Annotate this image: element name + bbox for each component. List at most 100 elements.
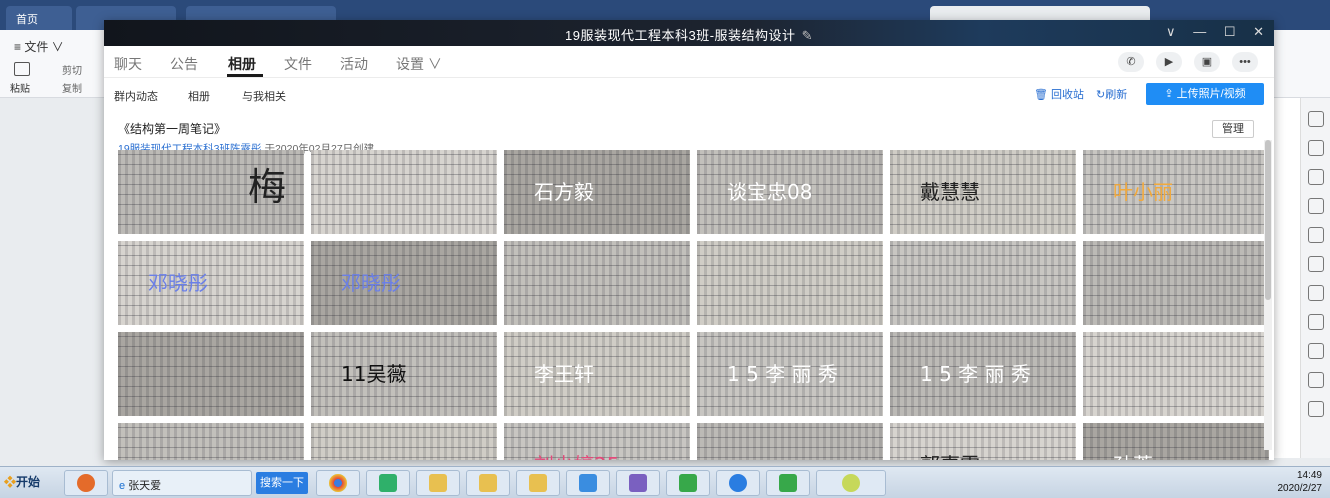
album-photo[interactable] <box>890 241 1076 325</box>
album-photo[interactable]: 1 5 李 丽 秀 <box>890 332 1076 416</box>
taskbar-app-icon[interactable] <box>64 470 108 496</box>
group-window: 19服装现代工程本科3班-服装结构设计 ✎ ∨ — ☐ ✕ 聊天 公告 相册 文件… <box>104 20 1274 460</box>
document-area <box>0 98 104 458</box>
album-photo[interactable]: 邓晓彤 <box>311 241 497 325</box>
copy-button[interactable]: 复制 <box>62 80 82 95</box>
photo-name-label: 李王轩 <box>534 362 594 386</box>
tool-icon[interactable] <box>1307 256 1324 272</box>
album-title: 《结构第一周笔记》 <box>118 122 227 136</box>
album-photo[interactable]: 石方毅 <box>504 150 690 234</box>
app-icon[interactable] <box>616 470 660 496</box>
folder-icon[interactable] <box>416 470 460 496</box>
taskbar: ❖开始 e 张天爱 搜索一下 14:49 2020/2/27 <box>0 466 1330 498</box>
ie-icon[interactable] <box>716 470 760 496</box>
scrollbar-thumb[interactable] <box>1265 140 1271 300</box>
album-photo[interactable] <box>311 423 497 460</box>
close-icon[interactable]: ✕ <box>1253 24 1264 39</box>
album-photo[interactable] <box>504 241 690 325</box>
photo-name-label: 孙蓉 <box>1113 449 1153 460</box>
album-photo[interactable] <box>118 332 304 416</box>
video-call-icon[interactable]: ▶ <box>1156 52 1182 72</box>
file-menu[interactable]: ≡ 文件 ∨ <box>14 38 64 55</box>
photo-name-label: 刘少婷25 <box>534 449 619 460</box>
subnav-related[interactable]: 与我相关 <box>242 88 286 104</box>
screen-share-icon[interactable]: ▣ <box>1194 52 1220 72</box>
tool-icon[interactable] <box>1307 227 1324 243</box>
tool-icon[interactable] <box>1307 111 1324 127</box>
qq-group-task-icon[interactable] <box>816 470 886 496</box>
tab-settings[interactable]: 设置 ∨ <box>396 54 442 74</box>
tool-icon[interactable] <box>1307 343 1324 359</box>
folder-icon-3[interactable] <box>516 470 560 496</box>
album-photo[interactable]: 邓晓彤 <box>118 241 304 325</box>
chrome-icon[interactable] <box>316 470 360 496</box>
album-photo[interactable]: 孙蓉 <box>1083 423 1269 460</box>
clock-time: 14:49 <box>1296 470 1322 481</box>
window-title: 19服装现代工程本科3班-服装结构设计 <box>565 28 796 43</box>
photo-name-label: 11吴薇 <box>341 362 407 386</box>
folder-icon-2[interactable] <box>466 470 510 496</box>
tab-announcement[interactable]: 公告 <box>170 54 198 74</box>
cut-button[interactable]: 剪切 <box>62 62 82 77</box>
recycle-bin-button[interactable]: 🗑 回收站 <box>1034 86 1084 102</box>
photo-name-label: 邓晓彤 <box>341 271 401 295</box>
maximize-icon[interactable]: ☐ <box>1224 24 1236 39</box>
tab-album[interactable]: 相册 <box>228 54 256 74</box>
taskbar-browser-task[interactable]: e 张天爱 <box>112 470 252 496</box>
album-photo[interactable]: 谈宝忠08 <box>697 150 883 234</box>
tool-icon[interactable] <box>1307 198 1324 214</box>
window-titlebar: 19服装现代工程本科3班-服装结构设计 ✎ ∨ — ☐ ✕ <box>104 20 1274 46</box>
cloud-app-icon[interactable] <box>366 470 410 496</box>
tab-files[interactable]: 文件 <box>284 54 312 74</box>
photo-grid: 梅 石方毅 谈宝忠08 戴慧慧 叶小丽邓晓彤 邓晓彤 11吴薇 李王轩 1 5 李 丽 秀 1 5… <box>118 150 1269 460</box>
album-photo[interactable]: 1 5 李 丽 秀 <box>697 332 883 416</box>
album-photo[interactable] <box>1083 241 1269 325</box>
photo-scrollbar[interactable] <box>1264 140 1272 450</box>
album-photo[interactable]: 李王轩 <box>504 332 690 416</box>
phone-icon[interactable]: ✆ <box>1118 52 1144 72</box>
tool-icon[interactable] <box>1307 314 1324 330</box>
subnav-group-feed[interactable]: 群内动态 <box>114 88 158 104</box>
album-photo[interactable] <box>697 423 883 460</box>
upload-icon: ⇪ <box>1164 88 1174 100</box>
edit-icon[interactable]: ✎ <box>802 28 813 43</box>
photo-name-label: 石方毅 <box>534 180 594 204</box>
clock-date: 2020/2/27 <box>1277 483 1323 494</box>
album-photo[interactable]: 刘少婷25 <box>504 423 690 460</box>
tool-icon[interactable] <box>1307 140 1324 156</box>
minimize-icon[interactable]: — <box>1193 24 1206 39</box>
tab-activities[interactable]: 活动 <box>340 54 368 74</box>
album-photo[interactable] <box>311 150 497 234</box>
album-photo[interactable] <box>1083 332 1269 416</box>
tool-icon[interactable] <box>1307 401 1324 417</box>
subnav-album[interactable]: 相册 <box>188 88 210 104</box>
refresh-icon: ↻ <box>1096 89 1106 101</box>
album-photo[interactable]: 戴慧慧 <box>890 150 1076 234</box>
photo-name-label: 梅 <box>248 165 287 209</box>
photo-app-icon[interactable] <box>566 470 610 496</box>
taskbar-search-button[interactable]: 搜索一下 <box>256 472 308 494</box>
album-photo[interactable]: 梅 <box>118 150 304 234</box>
refresh-button[interactable]: ↻刷新 <box>1096 86 1127 102</box>
group-nav: 聊天 公告 相册 文件 活动 设置 ∨ ✆ ▶ ▣ ••• <box>104 46 1274 78</box>
album-photo[interactable]: 11吴薇 <box>311 332 497 416</box>
album-photo[interactable] <box>118 423 304 460</box>
tool-icon[interactable] <box>1307 285 1324 301</box>
tool-icon[interactable] <box>1307 372 1324 388</box>
album-photo[interactable]: 叶小丽 <box>1083 150 1269 234</box>
start-button[interactable]: ❖开始 <box>4 473 40 490</box>
album-photo[interactable] <box>697 241 883 325</box>
photo-name-label: 1 5 李 丽 秀 <box>920 362 1031 386</box>
paste-icon[interactable] <box>14 62 30 76</box>
more-icon[interactable]: ••• <box>1232 52 1258 72</box>
upload-button[interactable]: ⇪ 上传照片/视频 <box>1146 83 1264 105</box>
menu-icon[interactable]: ∨ <box>1166 24 1176 39</box>
trash-icon: 🗑 <box>1034 89 1048 101</box>
manage-button[interactable]: 管理 <box>1212 120 1254 138</box>
tool-icon[interactable] <box>1307 169 1324 185</box>
green-app-icon[interactable] <box>666 470 710 496</box>
album-photo[interactable]: 郭嘉雯 <box>890 423 1076 460</box>
tab-chat[interactable]: 聊天 <box>114 54 142 74</box>
tab-home[interactable]: 首页 <box>6 6 72 30</box>
green-app-icon-2[interactable] <box>766 470 810 496</box>
